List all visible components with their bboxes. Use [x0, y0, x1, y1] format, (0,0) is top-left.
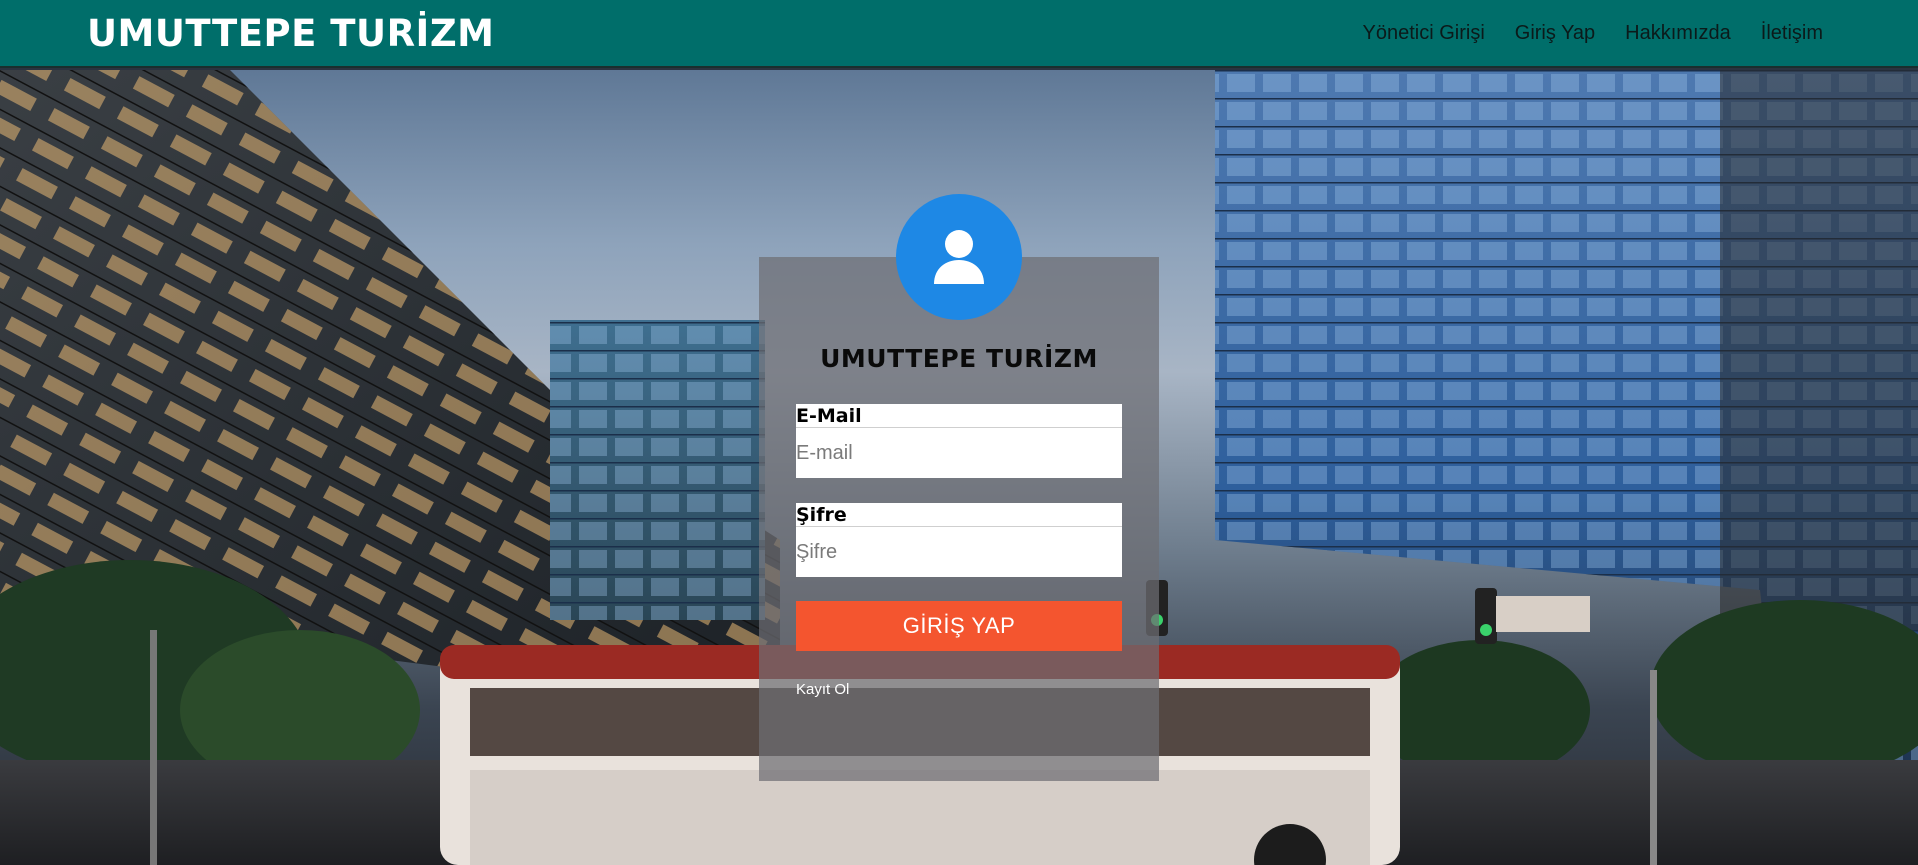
login-submit-button[interactable]: GİRİŞ YAP: [796, 601, 1122, 651]
user-icon: [934, 230, 984, 284]
nav-menu: Yönetici Girişi Giriş Yap Hakkımızda İle…: [1363, 0, 1824, 66]
brand-logo[interactable]: UMUTTEPE TURİZM: [87, 12, 494, 56]
password-field[interactable]: [796, 527, 1122, 577]
nav-link-about[interactable]: Hakkımızda: [1625, 22, 1731, 45]
email-field[interactable]: [796, 428, 1122, 478]
top-navbar: UMUTTEPE TURİZM Yönetici Girişi Giriş Ya…: [0, 0, 1918, 68]
register-link[interactable]: Kayıt Ol: [796, 681, 849, 698]
avatar: [896, 194, 1022, 320]
nav-link-login[interactable]: Giriş Yap: [1515, 22, 1595, 45]
login-title: UMUTTEPE TURİZM: [820, 344, 1098, 373]
nav-link-contact[interactable]: İletişim: [1761, 22, 1823, 45]
password-label: Şifre: [796, 503, 1122, 527]
email-label: E-Mail: [796, 404, 1122, 428]
nav-link-admin-login[interactable]: Yönetici Girişi: [1363, 22, 1485, 45]
